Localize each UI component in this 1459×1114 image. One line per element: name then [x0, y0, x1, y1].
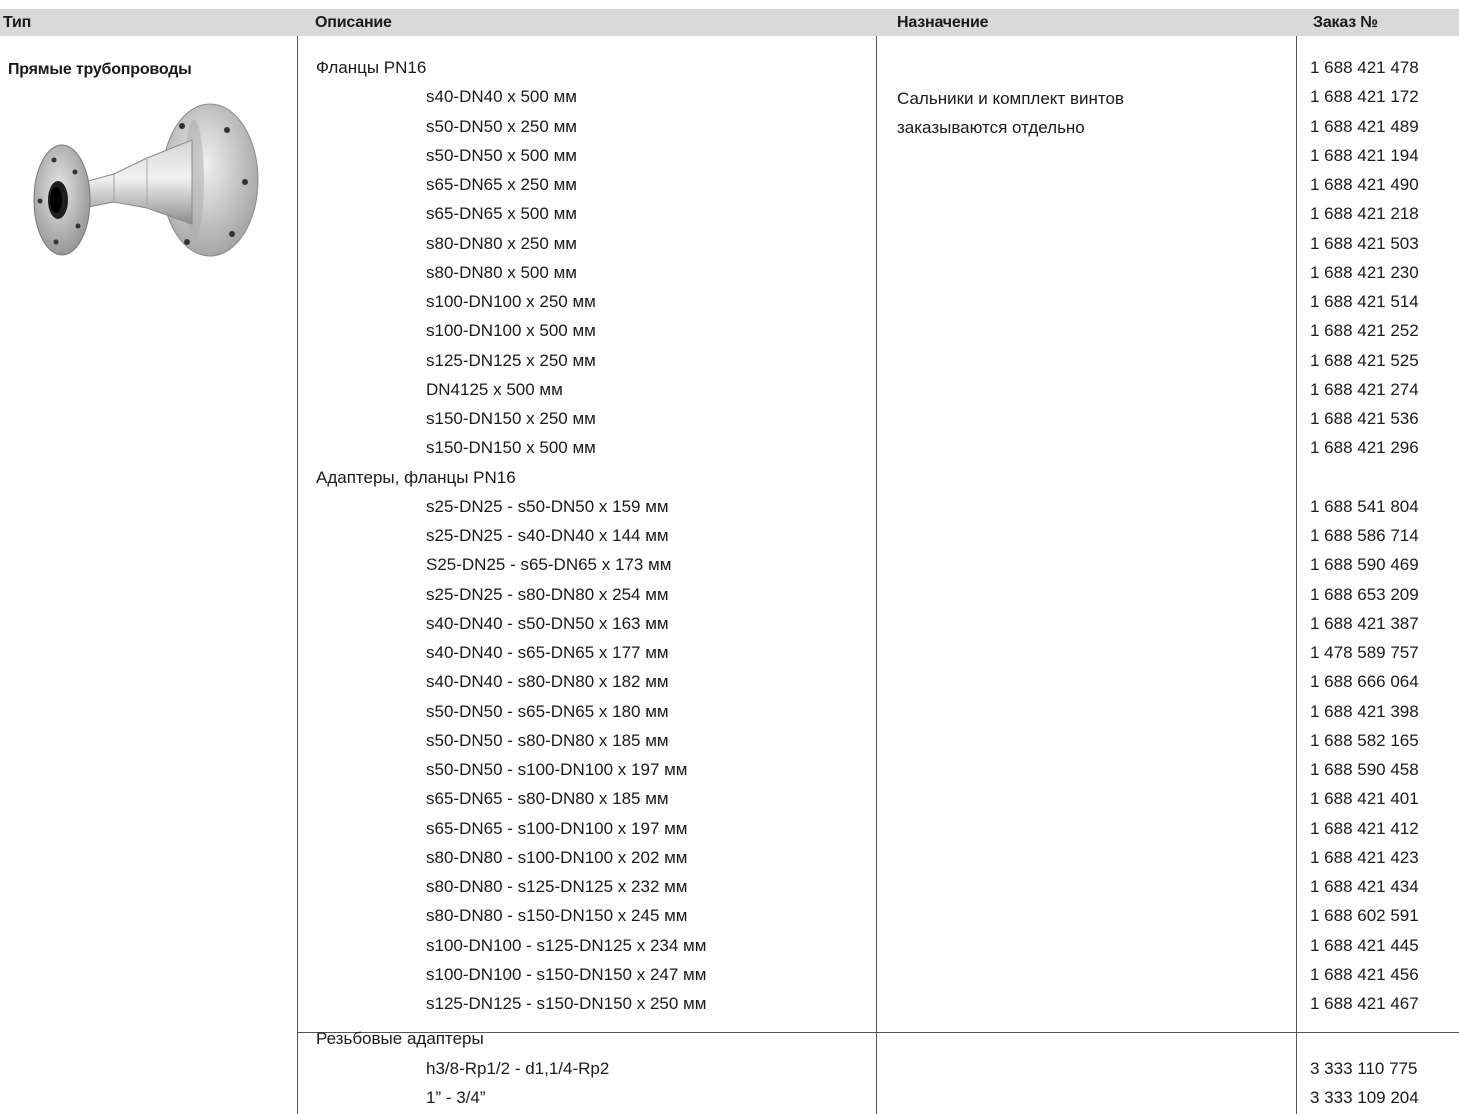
item-description: s40-DN40 - s50-DN50 x 163 мм — [426, 613, 669, 633]
order-number: 1 688 421 456 — [1310, 964, 1419, 984]
order-number: 1 688 421 252 — [1310, 321, 1419, 341]
item-description: s25-DN25 - s40-DN40 x 144 мм — [426, 526, 669, 545]
item-description: s50-DN50 x 250 мм — [426, 116, 577, 136]
group-description: Адаптеры, фланцы PN16 — [316, 467, 516, 487]
item-description: s65-DN65 x 250 мм — [426, 175, 577, 194]
purpose-note-line2: заказываются отдельно — [897, 118, 1085, 137]
header-type: Тип — [3, 14, 32, 31]
item-description: s125-DN125 - s150-DN150 x 250 мм — [426, 994, 707, 1013]
item-description: s25-DN25 - s50-DN50 x 159 мм — [426, 496, 669, 516]
item-description: s25-DN25 - s80-DN80 x 254 мм — [426, 584, 669, 604]
item-description: s50-DN50 x 500 мм — [426, 145, 577, 165]
order-number: 1 688 421 274 — [1310, 379, 1419, 399]
item-description: s65-DN65 x 500 мм — [426, 204, 577, 224]
group-description: Фланцы PN16 — [316, 58, 427, 77]
order-number: 1 688 421 478 — [1310, 58, 1419, 77]
order-number: 1 688 421 489 — [1310, 116, 1419, 136]
header-description: Описание — [315, 14, 392, 31]
order-number: 1 688 421 536 — [1310, 409, 1419, 428]
flanged-reducer-image — [33, 103, 259, 257]
order-number: 1 688 541 804 — [1310, 496, 1419, 516]
order-number: 1 688 421 423 — [1310, 847, 1419, 867]
header-purpose: Назначение — [897, 14, 989, 31]
item-description: s50-DN50 - s100-DN100 x 197 мм — [426, 760, 688, 779]
order-number: 1 688 421 514 — [1310, 292, 1419, 311]
order-number: 1 688 421 412 — [1310, 818, 1419, 838]
item-description: s100-DN100 - s150-DN150 x 247 мм — [426, 964, 707, 984]
order-number: 1 688 421 445 — [1310, 935, 1419, 955]
item-description: s50-DN50 - s80-DN80 x 185 мм — [426, 730, 669, 750]
item-description: 1” - 3/4” — [426, 1087, 486, 1107]
item-description: DN4125 x 500 мм — [426, 379, 563, 399]
item-description: s150-DN150 x 250 мм — [426, 409, 596, 428]
header-order-number: Заказ № — [1313, 14, 1378, 31]
item-description: s65-DN65 - s80-DN80 x 185 мм — [426, 789, 669, 809]
column-divider — [1296, 36, 1297, 1114]
order-number: 1 688 421 218 — [1310, 204, 1419, 224]
item-description: s50-DN50 - s65-DN65 x 180 мм — [426, 701, 669, 721]
item-description: h3/8-Rp1/2 - d1,1/4-Rp2 — [426, 1058, 610, 1078]
order-number: 1 688 421 387 — [1310, 613, 1419, 633]
order-number: 1 688 590 458 — [1310, 760, 1419, 779]
order-number: 3 333 110 775 — [1310, 1058, 1418, 1078]
item-description: s80-DN80 - s100-DN100 x 202 мм — [426, 847, 688, 867]
item-description: s40-DN40 - s65-DN65 x 177 мм — [426, 643, 669, 662]
item-description: s80-DN80 x 500 мм — [426, 262, 577, 282]
item-description: s65-DN65 - s100-DN100 x 197 мм — [426, 818, 688, 838]
item-description: s80-DN80 - s150-DN150 x 245 мм — [426, 906, 688, 926]
order-number: 1 688 421 172 — [1310, 87, 1419, 107]
item-description: s40-DN40 - s80-DN80 x 182 мм — [426, 672, 669, 692]
order-number: 1 688 421 398 — [1310, 701, 1419, 721]
order-number: 1 688 582 165 — [1310, 730, 1419, 750]
order-number: 1 688 421 194 — [1310, 145, 1419, 165]
order-number: 1 688 602 591 — [1310, 906, 1419, 926]
product-type-label: Прямые трубопроводы — [8, 61, 192, 78]
item-description: s100-DN100 x 500 мм — [426, 321, 596, 341]
table-header: Тип Описание Назначение Заказ № — [0, 9, 1459, 36]
order-number: 1 688 421 467 — [1310, 994, 1419, 1013]
item-description: s80-DN80 - s125-DN125 x 232 мм — [426, 877, 688, 896]
item-description: s100-DN100 x 250 мм — [426, 292, 596, 311]
order-number: 1 478 589 757 — [1310, 643, 1419, 662]
item-description: s125-DN125 x 250 мм — [426, 350, 596, 370]
order-number: 3 333 109 204 — [1310, 1087, 1419, 1107]
order-number: 1 688 421 490 — [1310, 175, 1419, 194]
column-divider — [876, 36, 877, 1114]
column-divider — [297, 36, 298, 1114]
item-description: s100-DN100 - s125-DN125 x 234 мм — [426, 935, 707, 955]
order-number: 1 688 421 434 — [1310, 877, 1419, 896]
order-number: 1 688 653 209 — [1310, 584, 1419, 604]
order-number: 1 688 421 503 — [1310, 233, 1419, 253]
order-number: 1 688 421 401 — [1310, 789, 1419, 809]
order-number: 1 688 421 230 — [1310, 262, 1419, 282]
purpose-note-line1: Сальники и комплект винтов — [897, 89, 1124, 108]
order-number: 1 688 421 525 — [1310, 350, 1419, 370]
item-description: s80-DN80 x 250 мм — [426, 233, 577, 253]
item-description: s40-DN40 x 500 мм — [426, 87, 577, 107]
order-number: 1 688 586 714 — [1310, 526, 1419, 545]
order-number: 1 688 666 064 — [1310, 672, 1419, 692]
order-number: 1 688 421 296 — [1310, 438, 1419, 458]
item-description: s150-DN150 x 500 мм — [426, 438, 596, 458]
group-description: Резьбовые адаптеры — [316, 1029, 484, 1049]
item-description: S25-DN25 - s65-DN65 x 173 мм — [426, 555, 672, 575]
order-number: 1 688 590 469 — [1310, 555, 1419, 575]
